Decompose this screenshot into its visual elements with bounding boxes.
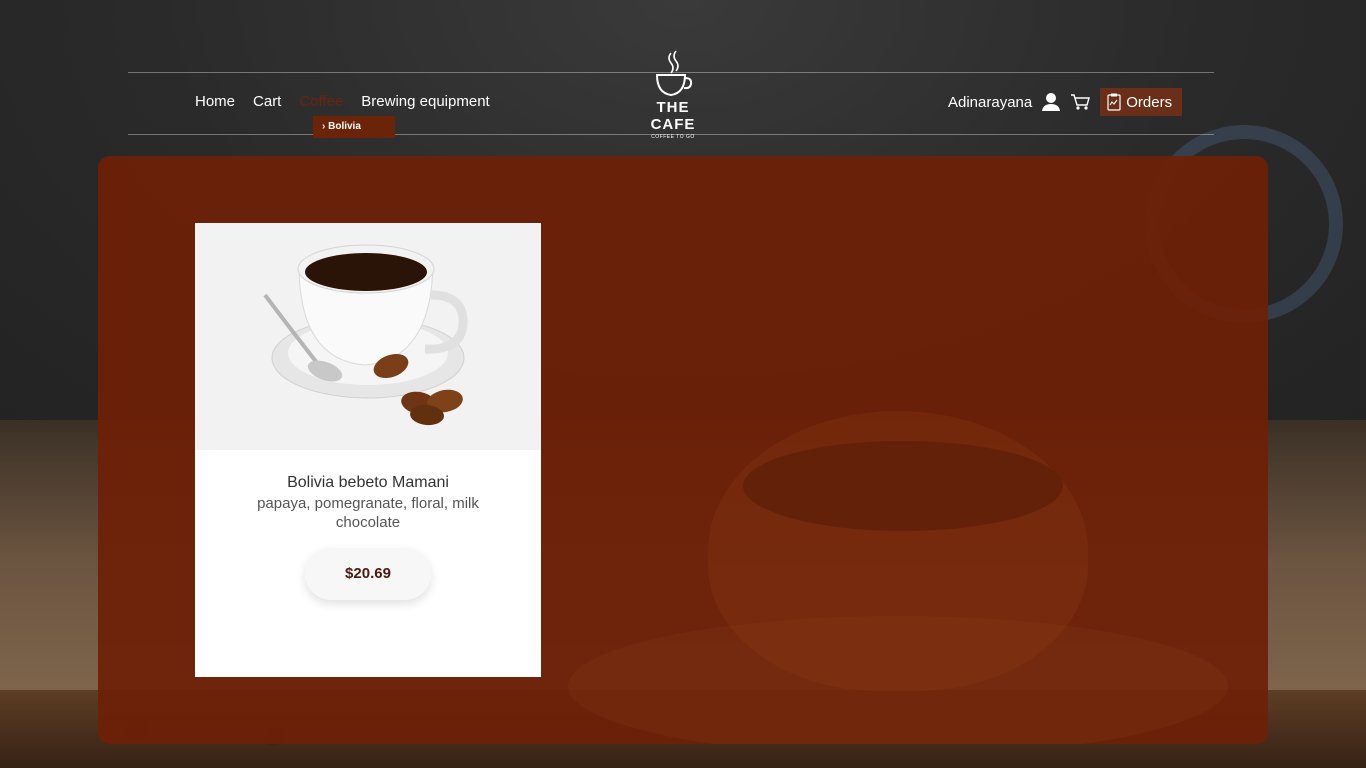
orders-button[interactable]: Orders — [1100, 88, 1183, 116]
nav-home[interactable]: Home — [195, 93, 235, 110]
price-button[interactable]: $20.69 — [305, 548, 431, 600]
nav-cart[interactable]: Cart — [253, 93, 281, 110]
main-nav: Home Cart Coffee Brewing equipment — [195, 93, 490, 110]
background-cup-coffee — [743, 441, 1063, 531]
logo-title: THE CAFE — [650, 99, 696, 133]
product-description: papaya, pomegranate, floral, milk chocol… — [257, 495, 479, 531]
user-nav: Adinarayana Orders — [948, 88, 1183, 116]
orders-label: Orders — [1126, 93, 1173, 111]
coffee-cup-image — [263, 244, 468, 426]
username[interactable]: Adinarayana — [948, 94, 1032, 111]
nav-brewing-equipment[interactable]: Brewing equipment — [361, 93, 489, 110]
site-header: Home Cart Coffee Brewing equipment › Bol… — [128, 50, 1214, 140]
product-panel: Bolivia bebeto Mamani papaya, pomegranat… — [98, 156, 1268, 744]
dropdown-item-bolivia[interactable]: › Bolivia — [313, 116, 395, 138]
product-card[interactable]: Bolivia bebeto Mamani papaya, pomegranat… — [195, 223, 541, 677]
product-image — [195, 223, 541, 450]
user-icon[interactable] — [1042, 92, 1061, 112]
logo-subtitle: COFFEE TO GO — [651, 134, 695, 140]
nav-coffee[interactable]: Coffee — [299, 93, 343, 110]
coffee-cup-logo-icon — [655, 50, 693, 97]
product-name[interactable]: Bolivia bebeto Mamani — [195, 474, 541, 492]
site-logo[interactable]: THE CAFE COFFEE TO GO — [633, 49, 713, 140]
clipboard-icon — [1107, 93, 1121, 111]
cart-icon[interactable] — [1070, 93, 1091, 111]
